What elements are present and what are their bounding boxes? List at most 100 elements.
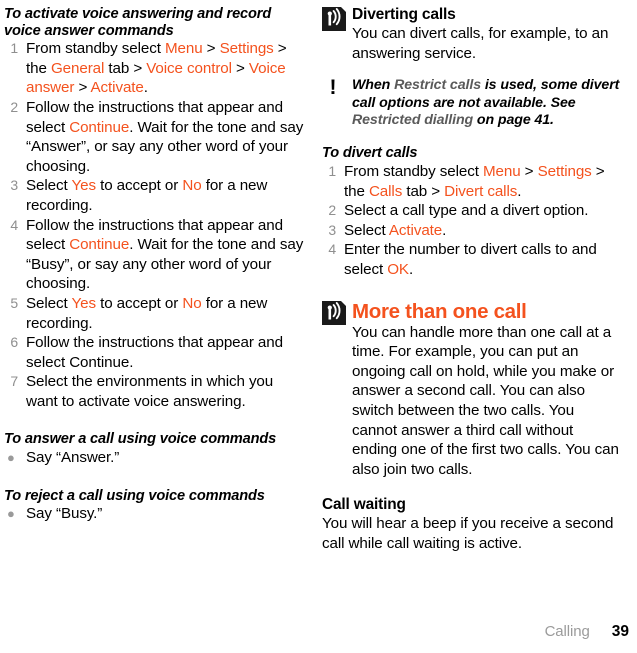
- page-footer: Calling 39: [545, 623, 629, 641]
- step-number: 5: [10, 294, 18, 311]
- text-run: to accept or: [95, 294, 183, 312]
- steps-activate-voice-answering: 1 From standby select Menu > Settings > t…: [4, 39, 304, 411]
- step-text: From standby select Menu > Settings > th…: [344, 163, 605, 200]
- step-number: 3: [10, 177, 18, 194]
- section-title-diverting-calls: Diverting calls: [352, 6, 456, 23]
- step-item: 5 Select Yes to accept or No for a new re…: [4, 294, 304, 333]
- text-run: Say “Answer.”: [26, 449, 120, 467]
- note-restrict-calls: ! When Restrict calls is used, some dive…: [322, 77, 622, 129]
- step-item: 4 Follow the instructions that appear and…: [4, 216, 304, 294]
- text-run: .: [143, 79, 148, 97]
- text-run: Select a call type and a divert option.: [344, 202, 589, 220]
- bullet-item: ● Say “Answer.”: [4, 448, 304, 468]
- bullet-dot: ●: [7, 450, 15, 466]
- text-run: Voice control: [146, 59, 232, 77]
- text-run: Calls: [368, 182, 403, 200]
- bullet-item: ● Say “Busy.”: [4, 504, 304, 524]
- step-number: 2: [328, 202, 336, 219]
- step-text: Select Activate.: [344, 222, 446, 239]
- text-run: From standby select: [26, 40, 165, 58]
- text-run: Select: [26, 294, 72, 312]
- bullets-answer-call-voice: ● Say “Answer.”: [4, 448, 304, 468]
- text-run: Select the environments in which you wan…: [26, 373, 274, 410]
- text-run: Enter the number to divert calls to and …: [344, 241, 597, 278]
- step-text: Select a call type and a divert option.: [344, 202, 588, 219]
- text-run: >: [74, 79, 91, 97]
- step-number: 6: [10, 334, 18, 351]
- step-item: 1 From standby select Menu > Settings > t…: [322, 162, 622, 201]
- section-diverting-calls: Diverting calls You can divert calls, fo…: [322, 6, 622, 63]
- text-run: tab >: [402, 182, 445, 200]
- text-run: When: [352, 77, 395, 94]
- text-run: Settings: [219, 40, 274, 58]
- step-number: 1: [10, 40, 18, 57]
- text-run: No: [182, 177, 202, 195]
- step-text: Select Yes to accept or No for a new rec…: [26, 177, 267, 214]
- text-run: Activate: [388, 221, 443, 239]
- step-text: From standby select Menu > Settings > th…: [26, 40, 287, 96]
- text-run: Activate: [90, 79, 144, 97]
- step-item: 6 Follow the instructions that appear and…: [4, 333, 304, 372]
- step-text: Follow the instructions that appear and …: [26, 217, 303, 293]
- text-run: Restricted dialling: [352, 112, 474, 128]
- text-run: >: [202, 40, 220, 58]
- steps-divert-calls: 1 From standby select Menu > Settings > t…: [322, 162, 622, 280]
- step-item: 3 Select Yes to accept or No for a new re…: [4, 176, 304, 215]
- text-run: tab >: [104, 59, 147, 77]
- text-run: Menu: [164, 40, 203, 58]
- step-number: 4: [10, 216, 18, 233]
- procedure-heading-activate-voice-answering: To activate voice answering and record v…: [4, 6, 272, 39]
- text-run: General: [50, 59, 105, 77]
- text-run: Menu: [482, 163, 521, 180]
- section-body-diverting-calls: You can divert calls, for example, to an…: [352, 25, 609, 62]
- step-item: 3 Select Activate.: [322, 221, 622, 241]
- subsection-body-call-waiting: You will hear a beep if you receive a se…: [322, 515, 614, 552]
- bullet-text: Say “Answer.”: [26, 449, 119, 466]
- left-column: To activate voice answering and record v…: [4, 0, 304, 524]
- step-item: 4 Enter the number to divert calls to and…: [322, 240, 622, 279]
- right-column: Diverting calls You can divert calls, fo…: [322, 0, 622, 554]
- section-body-more-than-one-call: You can handle more than one call at a t…: [352, 323, 619, 478]
- note-text: When Restrict calls is used, some divert…: [352, 77, 622, 129]
- footer-chapter-name: Calling: [544, 623, 590, 640]
- text-run: .: [517, 182, 522, 200]
- text-run: Select: [26, 177, 72, 195]
- procedure-heading-reject-call-voice: To reject a call using voice commands: [4, 487, 265, 504]
- subsection-title-call-waiting: Call waiting: [322, 496, 406, 514]
- exclamation-icon: !: [329, 76, 337, 100]
- text-run: Continue: [69, 236, 130, 254]
- step-text: Follow the instructions that appear and …: [26, 99, 303, 175]
- subsection-call-waiting: Call waiting You will hear a beep if you…: [322, 495, 622, 553]
- step-text: Follow the instructions that appear and …: [26, 334, 283, 371]
- text-run: on page 41.: [473, 112, 554, 128]
- section-title-more-than-one-call: More than one call: [352, 299, 527, 323]
- signal-antenna-icon: [322, 7, 346, 31]
- text-run: Continue: [69, 118, 130, 136]
- text-run: Select: [344, 221, 389, 239]
- text-run: Follow the instructions that appear and …: [26, 334, 283, 371]
- step-number: 2: [10, 98, 18, 115]
- text-run: .: [442, 221, 447, 239]
- text-run: .: [408, 260, 414, 278]
- step-text: Select Yes to accept or No for a new rec…: [26, 295, 267, 332]
- step-item: 1 From standby select Menu > Settings > t…: [4, 39, 304, 98]
- text-run: Say “Busy.”: [26, 505, 103, 523]
- text-run: From standby select: [344, 163, 483, 180]
- step-item: 2 Follow the instructions that appear and…: [4, 98, 304, 176]
- bullets-reject-call-voice: ● Say “Busy.”: [4, 504, 304, 524]
- section-more-than-one-call: More than one call You can handle more t…: [322, 300, 622, 480]
- bullet-text: Say “Busy.”: [26, 505, 102, 522]
- text-run: Yes: [71, 294, 96, 312]
- text-run: Settings: [537, 163, 592, 180]
- step-text: Enter the number to divert calls to and …: [344, 241, 597, 278]
- text-run: to accept or: [95, 177, 183, 195]
- step-item: 7 Select the environments in which you wa…: [4, 372, 304, 411]
- procedure-heading-divert-calls: To divert calls: [322, 145, 418, 162]
- signal-antenna-icon: [322, 300, 346, 325]
- step-text: Select the environments in which you wan…: [26, 373, 273, 410]
- text-run: OK: [387, 260, 409, 278]
- step-number: 7: [10, 373, 18, 390]
- text-run: Restrict calls: [394, 77, 481, 94]
- procedure-heading-answer-call-voice: To answer a call using voice commands: [4, 431, 277, 448]
- text-run: >: [231, 59, 249, 77]
